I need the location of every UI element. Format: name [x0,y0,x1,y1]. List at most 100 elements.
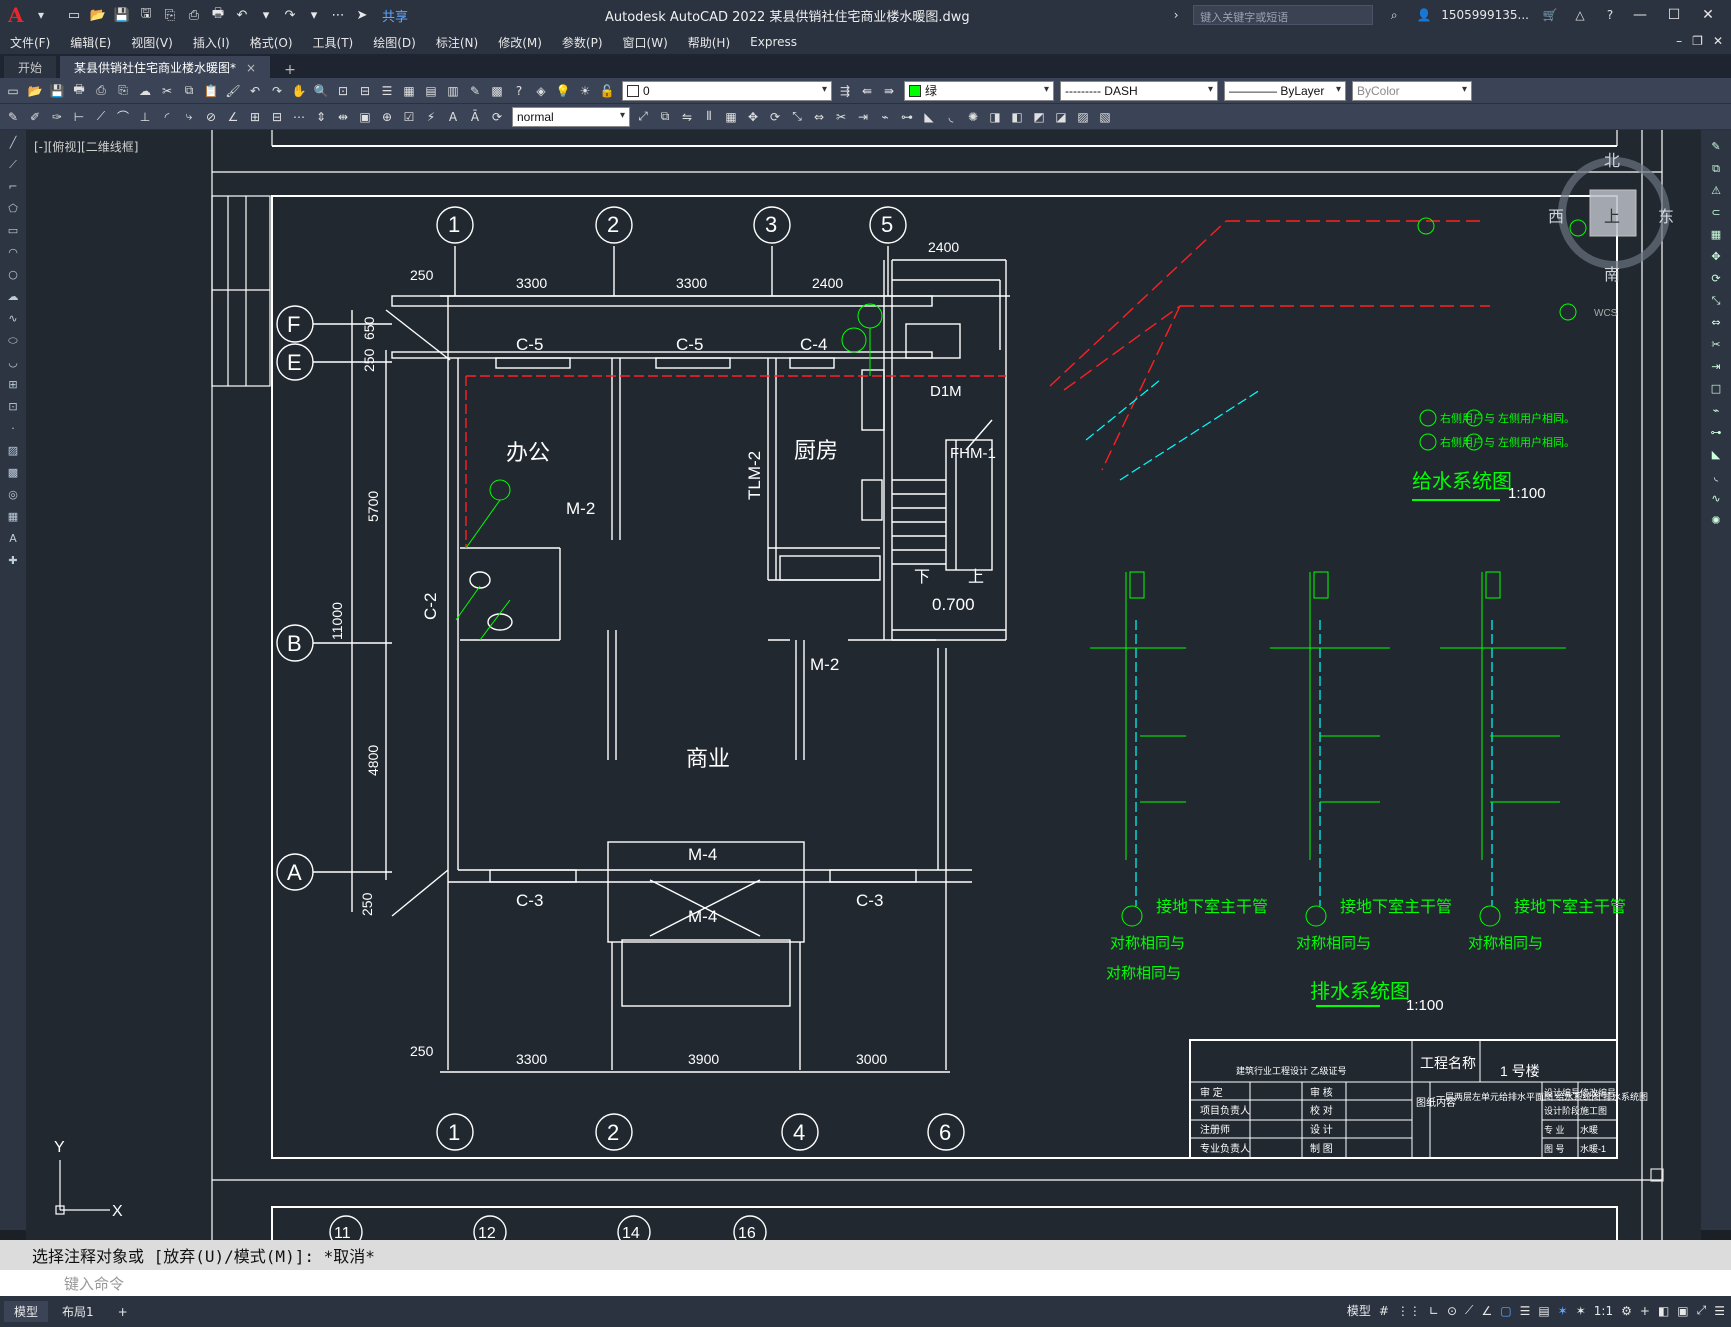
menu-dimension[interactable]: 标注(N) [426,34,488,51]
drawing-canvas[interactable]: 1 2 3 5 1 2 4 6 F E B A 11 12 14 16 250 … [26,130,1701,1240]
table-icon[interactable]: ▦ [5,510,21,526]
menu-insert[interactable]: 插入(I) [183,34,240,51]
zoom-previous-icon[interactable]: ⊟ [356,82,374,100]
linetype-dropdown[interactable]: --------- DASH ▾ [1060,80,1218,101]
move-modify-icon[interactable]: ✥ [1708,250,1724,266]
block-icon[interactable]: ◨ [986,108,1004,126]
tab-layout1[interactable]: 布局1 [52,1301,104,1322]
command-input[interactable]: 键入命令 [0,1270,1731,1296]
mtext-icon[interactable]: A [5,532,21,548]
add-layout-button[interactable]: + [108,1303,138,1321]
auto-scale-icon[interactable]: ✶ [1576,1304,1586,1318]
menu-modify[interactable]: 修改(M) [488,34,552,51]
paste-icon[interactable]: 📋 [202,82,220,100]
doc-close-icon[interactable]: ✕ [1713,34,1723,48]
menu-help[interactable]: 帮助(H) [678,34,740,51]
inspect-icon[interactable]: ☑ [400,108,418,126]
undo-dropdown-icon[interactable]: ▾ [256,5,276,25]
arc-length-icon[interactable]: ⌒ [114,108,132,126]
menu-file[interactable]: 文件(F) [0,34,60,51]
image-icon[interactable]: ▨ [1074,108,1092,126]
redo-dropdown-icon[interactable]: ▾ [304,5,324,25]
calculator-icon[interactable]: ▩ [488,82,506,100]
tab-model[interactable]: 模型 [4,1301,49,1322]
polar-icon[interactable]: ⊙ [1447,1304,1457,1318]
ellipse-arc-icon[interactable]: ◡ [5,356,21,372]
blend-icon[interactable]: ∿ [1708,492,1724,508]
ortho-icon[interactable]: ∟ [1429,1304,1439,1318]
menu-view[interactable]: 视图(V) [121,34,183,51]
plot-icon[interactable]: 🖶 [208,5,228,25]
stretch-modify-icon[interactable]: ⇔ [1708,316,1724,332]
open-file-icon[interactable]: 📂 [26,82,44,100]
dimstyle-dropdown[interactable]: normal ▾ [512,106,630,127]
break-modify-icon[interactable]: ⌁ [1708,404,1724,420]
break-icon[interactable]: ⌁ [876,108,894,126]
pan-icon[interactable]: ✋ [290,82,308,100]
color-dropdown[interactable]: 绿 ▾ [904,80,1054,101]
customization-icon[interactable]: ☰ [1714,1304,1725,1318]
close-window-icon[interactable]: ✕ [1695,7,1721,23]
help-search-input[interactable]: 键入关键字或短语 [1193,5,1374,25]
dim-edit-icon[interactable]: A [444,108,462,126]
arc-icon[interactable]: ◠ [5,246,21,262]
join-modify-icon[interactable]: ⊶ [1708,426,1724,442]
save-file-icon[interactable]: 💾 [48,82,66,100]
cut-icon[interactable]: ✂ [158,82,176,100]
extend-modify-icon[interactable]: ⇥ [1708,360,1724,376]
cloud-icon[interactable]: ☁ [136,82,154,100]
offset-icon[interactable]: ⫴ [700,108,718,126]
redo-icon[interactable]: ↷ [280,5,300,25]
add-selected-icon[interactable]: ✚ [5,554,21,570]
chamfer-modify-icon[interactable]: ◣ [1708,448,1724,464]
angular-dim-icon[interactable]: ∠ [224,108,242,126]
stretch-icon[interactable]: ⇔ [810,108,828,126]
jogged-linear-icon[interactable]: ⚡ [422,108,440,126]
layer-freeze-icon[interactable]: ☀ [576,82,594,100]
isolate-icon[interactable]: ◧ [1658,1304,1669,1318]
scale-modify-icon[interactable]: ⤡ [1708,294,1724,310]
diameter-dim-icon[interactable]: ⊘ [202,108,220,126]
scale-icon[interactable]: ⤡ [788,108,806,126]
new-icon[interactable]: ▭ [64,5,84,25]
region-icon[interactable]: ◎ [5,488,21,504]
tool-palettes-icon[interactable]: ▤ [422,82,440,100]
isodraft-icon[interactable]: ⟋ [1465,1303,1473,1318]
new-tab-button[interactable]: + [284,62,296,78]
hardware-accel-icon[interactable]: ▣ [1677,1304,1688,1318]
lineweight-icon[interactable]: ☰ [1520,1304,1531,1318]
share-icon[interactable]: ➤ [352,5,372,25]
minimize-icon[interactable]: — [1627,7,1653,23]
quick-dim-icon[interactable]: ⊞ [246,108,264,126]
zoom-window-icon[interactable]: ⊡ [334,82,352,100]
layer-properties-icon[interactable]: ◈ [532,82,550,100]
doc-minimize-icon[interactable]: – [1676,34,1682,48]
ellipse-icon[interactable]: ⬭ [5,334,21,350]
open-icon[interactable]: 📂 [88,5,108,25]
hatch-icon[interactable]: ▨ [5,444,21,460]
annotation-visibility-icon[interactable]: ✶ [1558,1304,1568,1318]
search-icon[interactable]: ⌕ [1385,6,1403,24]
jogged-dim-icon[interactable]: ⤷ [180,108,198,126]
model-space-button[interactable]: 模型 [1347,1302,1371,1319]
menu-edit[interactable]: 编辑(E) [60,34,121,51]
open-web-icon[interactable]: ⎘ [160,5,180,25]
plus-icon[interactable]: + [1640,1304,1650,1318]
rectangle-icon[interactable]: ▭ [5,224,21,240]
markup-icon[interactable]: ✎ [466,82,484,100]
copy-icon[interactable]: ⧉ [180,82,198,100]
ordinate-dim-icon[interactable]: ⊥ [136,108,154,126]
close-tab-icon[interactable]: × [246,61,256,75]
tab-drawing[interactable]: 某县供销社住宅商业楼水暖图* × [60,56,271,78]
menu-tools[interactable]: 工具(T) [303,34,364,51]
clean-screen-icon[interactable]: ⤢ [1697,1303,1707,1318]
object-snap-icon[interactable]: ▢ [1500,1304,1511,1318]
fillet-icon[interactable]: ◟ [942,108,960,126]
properties-icon[interactable]: ☰ [378,82,396,100]
save-icon[interactable]: 💾 [112,5,132,25]
fillet-modify-icon[interactable]: ◟ [1708,470,1724,486]
match-properties-icon[interactable]: 🖌 [224,82,242,100]
layer-states-icon[interactable]: ⇛ [880,82,898,100]
dim-space-icon[interactable]: ⇕ [312,108,330,126]
revcloud-icon[interactable]: ☁ [5,290,21,306]
